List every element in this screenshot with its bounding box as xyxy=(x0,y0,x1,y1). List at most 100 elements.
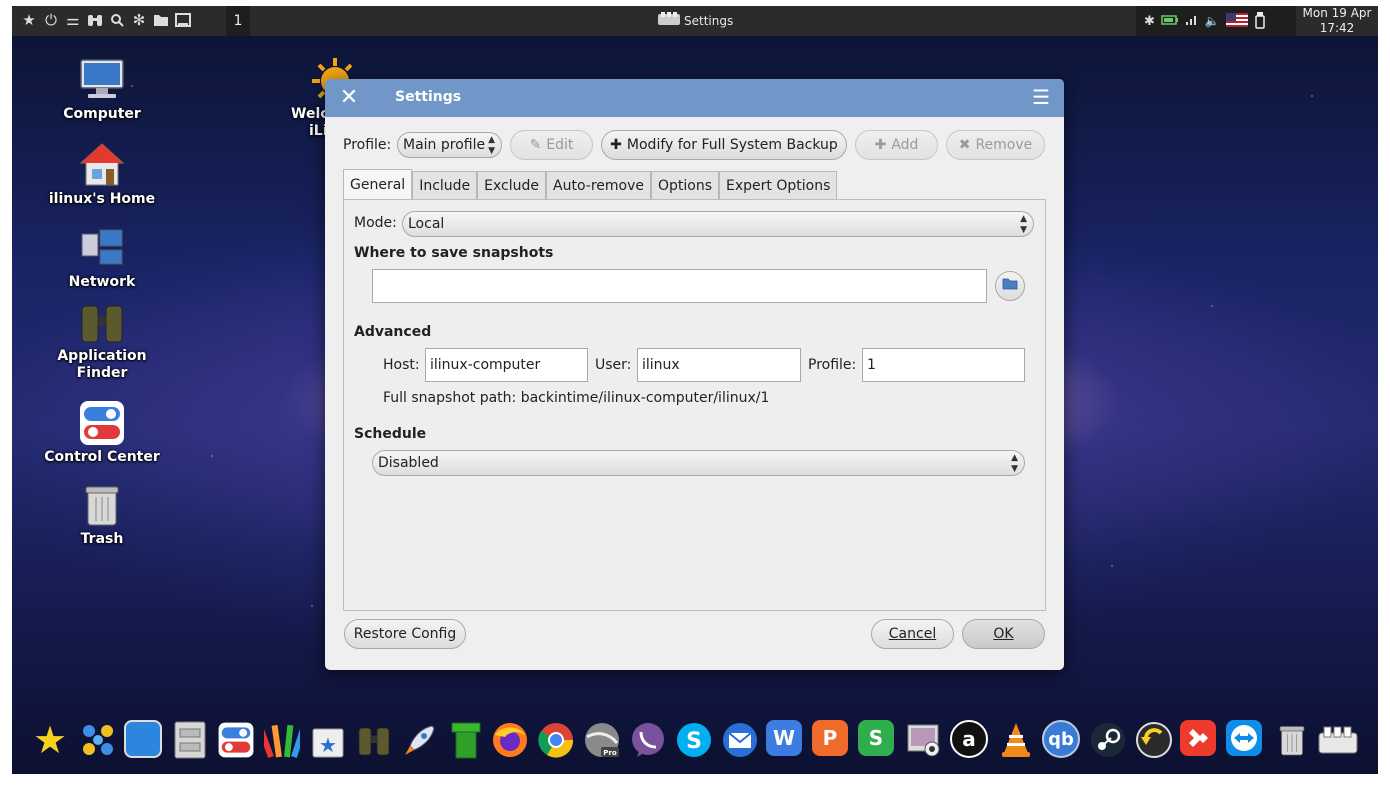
usb-icon[interactable] xyxy=(1254,11,1266,32)
wps-writer-icon[interactable]: W xyxy=(766,720,802,756)
snapshot-path-field[interactable] xyxy=(372,269,987,303)
profile-select[interactable]: Main profile ▲ ▼ xyxy=(397,132,502,158)
desktop-icon-label: Trash xyxy=(80,531,124,547)
tab-exclude[interactable]: Exclude xyxy=(477,171,547,199)
apps-icon[interactable] xyxy=(78,720,118,760)
network-icon xyxy=(78,224,126,272)
window-icon[interactable] xyxy=(174,10,192,30)
profile-id-field[interactable]: 1 xyxy=(862,348,1025,382)
mode-label: Mode: xyxy=(354,215,397,231)
desktop-icon-application-finder[interactable]: Application Finder xyxy=(42,298,162,382)
desktop-icon-computer[interactable]: Computer xyxy=(42,56,162,122)
binoculars-icon[interactable] xyxy=(86,10,104,30)
webcam-icon[interactable] xyxy=(904,720,944,760)
ok-button[interactable]: OK xyxy=(962,619,1045,649)
desktop-icon-label: Network xyxy=(68,274,136,290)
battery-icon[interactable] xyxy=(1161,14,1179,29)
spin-arrows-icon: ▲ ▼ xyxy=(488,135,495,156)
folder-icon[interactable] xyxy=(152,10,170,30)
mail-icon[interactable] xyxy=(720,720,760,760)
teamviewer-icon[interactable] xyxy=(1226,720,1262,756)
computer-icon xyxy=(78,56,126,104)
app-store-icon[interactable]: ★ xyxy=(308,720,348,760)
host-label: Host: xyxy=(383,357,420,373)
rocket-icon[interactable] xyxy=(400,720,440,760)
viber-icon[interactable] xyxy=(628,720,668,760)
us-flag-icon[interactable] xyxy=(1225,12,1248,30)
toggle-icon[interactable]: ⚌ xyxy=(64,10,82,30)
svg-text:Pro: Pro xyxy=(603,749,617,757)
pencil-icon: ✎ xyxy=(529,137,542,153)
star-icon[interactable]: ★ xyxy=(20,10,38,30)
spin-arrows-icon: ▲ ▼ xyxy=(1020,214,1027,235)
file-cabinet-icon[interactable] xyxy=(170,720,210,760)
menu-icon[interactable]: ☰ xyxy=(1032,87,1050,107)
mode-select[interactable]: Local ▲ ▼ xyxy=(402,211,1034,237)
user-field[interactable]: ilinux xyxy=(637,348,801,382)
browse-folder-button[interactable] xyxy=(995,271,1025,301)
earth-pro-icon[interactable]: Pro xyxy=(582,720,622,760)
desktop-icon-home[interactable]: ilinux's Home xyxy=(42,141,162,207)
desktop-icon-control-center[interactable]: Control Center xyxy=(42,399,162,465)
steam-icon[interactable] xyxy=(1088,720,1128,760)
control-center-icon[interactable] xyxy=(216,720,256,760)
workspace-switcher[interactable]: 1 xyxy=(226,6,250,36)
tab-general[interactable]: General xyxy=(343,169,413,199)
desktop-icon-label: Welc xyxy=(291,106,329,122)
vlc-icon[interactable] xyxy=(996,720,1036,760)
tab-auto-remove[interactable]: Auto-remove xyxy=(546,171,651,199)
firefox-icon[interactable] xyxy=(490,720,530,760)
backup-icon[interactable] xyxy=(1134,720,1174,760)
settings-icon[interactable]: ✻ xyxy=(130,10,148,30)
keyboard-icon[interactable] xyxy=(1318,720,1358,760)
profile-select-value: Main profile xyxy=(403,137,486,153)
advanced-heading: Advanced xyxy=(354,324,432,340)
search-icon[interactable] xyxy=(108,10,126,30)
bluetooth-icon[interactable]: ✱ xyxy=(1144,14,1155,29)
chrome-icon[interactable] xyxy=(536,720,576,760)
tab-expert-options[interactable]: Expert Options xyxy=(719,171,838,199)
top-panel: ★ ⏻ ⚌ ✻ 1 Settings ✱ 🔈 Mon 19 Apr 17:42 xyxy=(12,6,1378,36)
anydesk-icon[interactable] xyxy=(1180,720,1216,756)
tab-options[interactable]: Options xyxy=(651,171,720,199)
close-icon[interactable]: ✕ xyxy=(337,86,361,110)
desktop-icon-trash[interactable]: Trash xyxy=(42,481,162,547)
clock[interactable]: Mon 19 Apr 17:42 xyxy=(1296,6,1378,36)
desktop-icon-label: Computer xyxy=(63,106,141,122)
amazon-icon[interactable]: a xyxy=(950,720,988,758)
dialog-titlebar[interactable]: ✕ Settings ☰ xyxy=(325,79,1064,117)
cancel-button[interactable]: Cancel xyxy=(871,619,954,649)
signal-icon[interactable] xyxy=(1185,14,1199,29)
taskbar-settings-button[interactable]: Settings xyxy=(658,12,733,29)
plus-icon: ✚ xyxy=(610,137,622,153)
remove-button[interactable]: ✖ Remove xyxy=(946,130,1045,160)
pipe-icon[interactable] xyxy=(446,720,486,760)
star-icon[interactable]: ★ xyxy=(30,718,70,762)
qbittorrent-icon[interactable]: qb xyxy=(1042,720,1080,758)
add-button[interactable]: ✚ Add xyxy=(855,130,938,160)
binoculars-icon[interactable] xyxy=(354,720,394,760)
schedule-heading: Schedule xyxy=(354,426,427,442)
taskbar-label: Settings xyxy=(684,13,734,28)
profile-label: Profile: xyxy=(343,137,392,153)
panel-launchers: ★ ⏻ ⚌ ✻ xyxy=(20,10,192,30)
schedule-select[interactable]: Disabled ▲ ▼ xyxy=(372,450,1025,476)
skype-icon[interactable]: S xyxy=(674,720,714,760)
palette-icon[interactable] xyxy=(262,720,302,760)
where-heading: Where to save snapshots xyxy=(354,245,554,261)
desktop-icon-network[interactable]: Network xyxy=(42,224,162,290)
edit-button[interactable]: ✎ Edit xyxy=(510,130,593,160)
wps-spreadsheet-icon[interactable]: S xyxy=(858,720,894,756)
host-field[interactable]: ilinux-computer xyxy=(425,348,588,382)
restore-config-button[interactable]: Restore Config xyxy=(344,619,466,649)
dialog-title: Settings xyxy=(395,89,462,105)
trash-icon[interactable] xyxy=(1272,720,1312,760)
desktop-icon[interactable] xyxy=(124,720,162,758)
modify-full-backup-button[interactable]: ✚ Modify for Full System Backup xyxy=(601,130,847,160)
edit-button-label: Edit xyxy=(546,137,574,153)
volume-icon[interactable]: 🔈 xyxy=(1205,14,1220,28)
folder-icon xyxy=(1002,278,1018,294)
power-icon[interactable]: ⏻ xyxy=(42,10,60,30)
tab-include[interactable]: Include xyxy=(412,171,478,199)
wps-presentation-icon[interactable]: P xyxy=(812,720,848,756)
